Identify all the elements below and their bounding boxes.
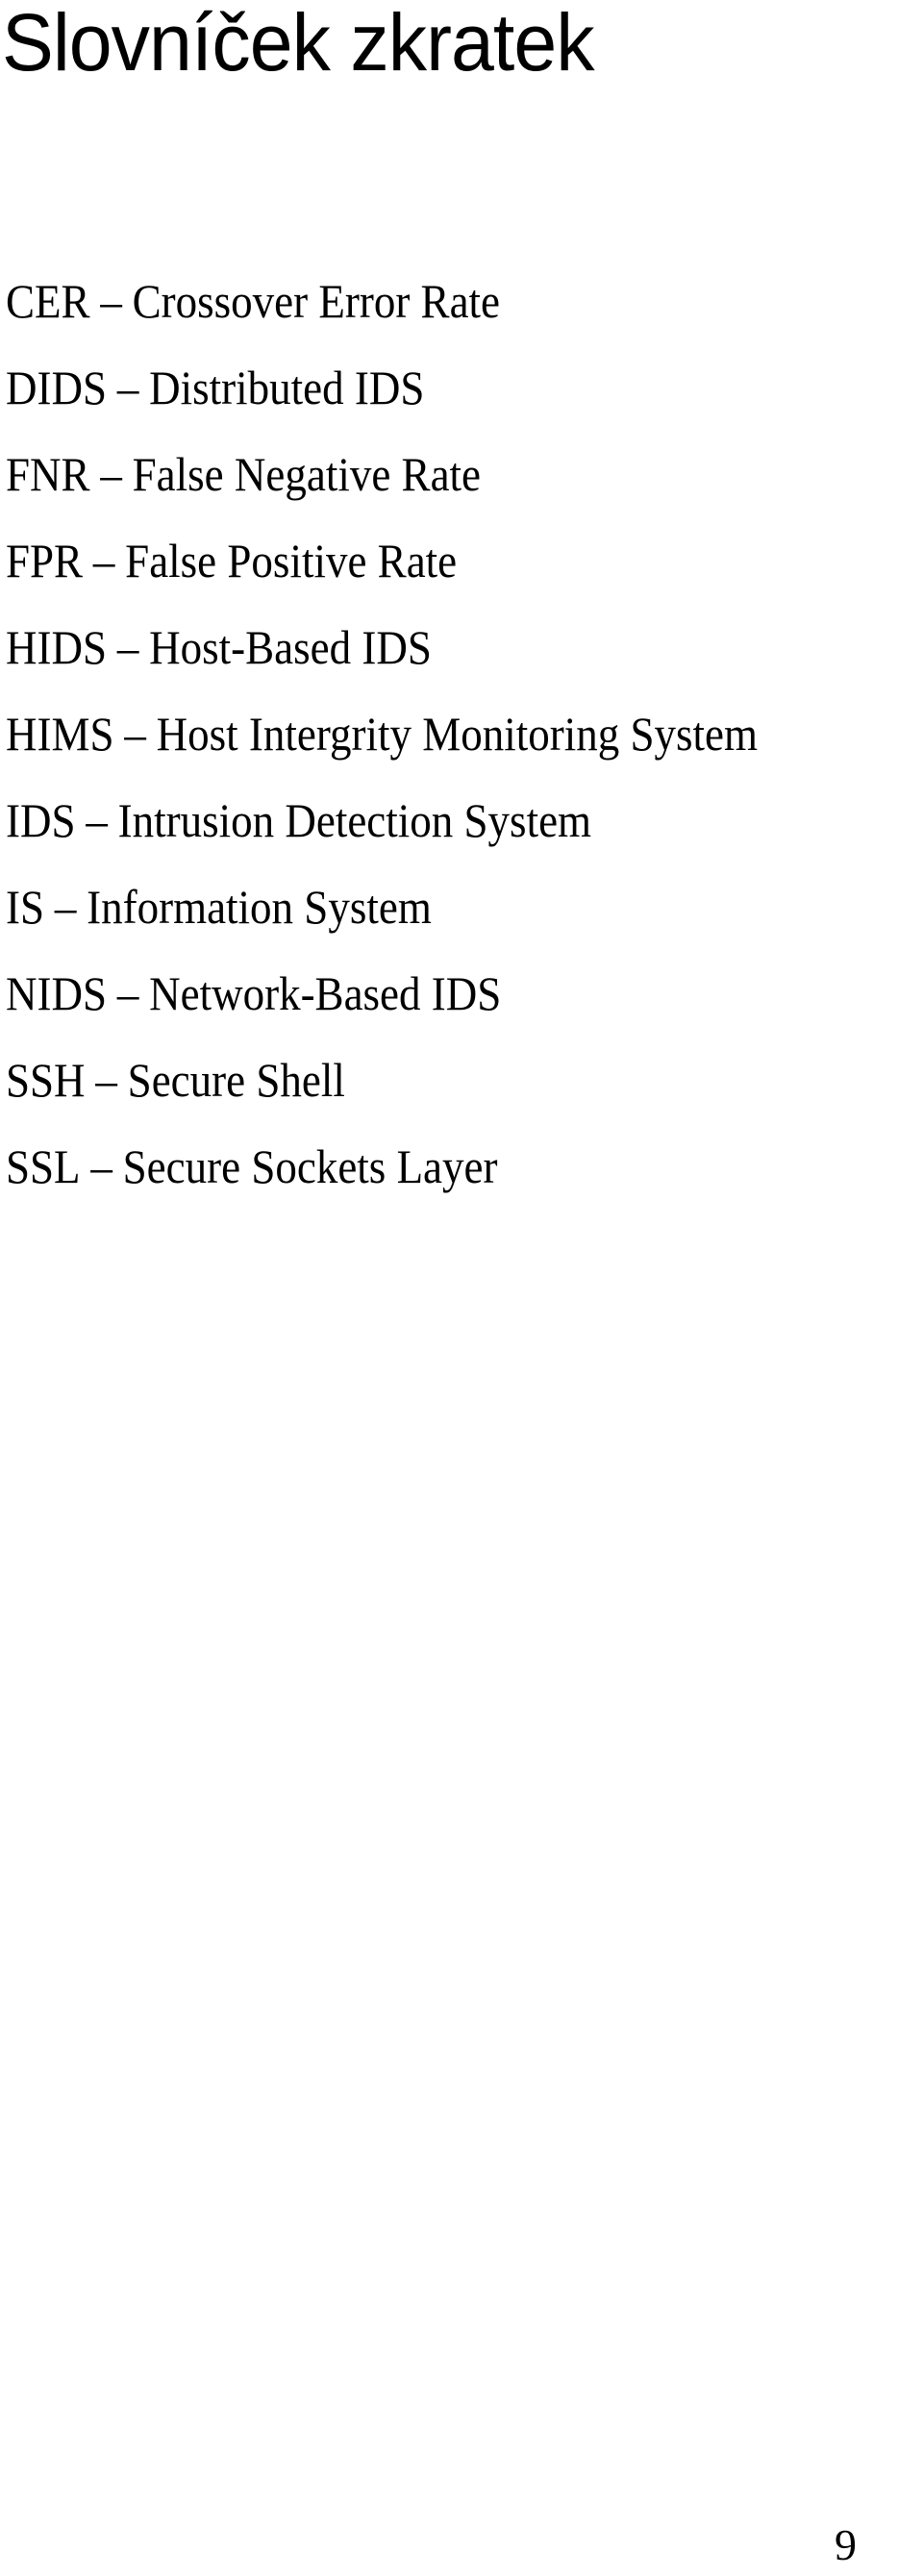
separator: – (90, 1139, 112, 1193)
separator: – (92, 534, 115, 588)
abbreviation-item: CER – Crossover Error Rate (6, 258, 758, 344)
abbreviation: HIMS (6, 707, 114, 761)
abbreviation: NIDS (6, 966, 108, 1020)
separator: – (95, 1053, 117, 1107)
abbreviation-definition: Distributed IDS (149, 361, 425, 414)
abbreviation-definition: False Positive Rate (125, 534, 458, 588)
abbreviation-definition: Information System (87, 880, 432, 934)
abbreviation-item: HIDS – Host-Based IDS (6, 604, 758, 690)
abbreviation-item: IDS – Intrusion Detection System (6, 777, 758, 863)
abbreviation-item: SSL – Secure Sockets Layer (6, 1123, 758, 1210)
abbreviation: HIDS (6, 620, 108, 674)
abbreviation: IDS (6, 793, 76, 847)
abbreviation-list: CER – Crossover Error Rate DIDS – Distribute… (6, 258, 841, 1210)
abbreviation-item: SSH – Secure Shell (6, 1037, 758, 1123)
abbreviation-definition: Intrusion Detection System (117, 793, 592, 847)
abbreviation-item: FPR – False Positive Rate (6, 517, 758, 604)
page-number: 9 (835, 2520, 857, 2569)
abbreviation: SSH (6, 1053, 86, 1107)
abbreviation-item: NIDS – Network-Based IDS (6, 950, 758, 1037)
abbreviation: FNR (6, 447, 90, 501)
abbreviation-item: IS – Information System (6, 863, 758, 950)
separator: – (116, 620, 139, 674)
abbreviation-item: DIDS – Distributed IDS (6, 344, 758, 431)
abbreviation: CER (6, 274, 90, 328)
separator: – (100, 447, 122, 501)
abbreviation-definition: Crossover Error Rate (132, 274, 501, 328)
abbreviation: DIDS (6, 361, 108, 414)
abbreviation: FPR (6, 534, 84, 588)
abbreviation-definition: Secure Shell (127, 1053, 345, 1107)
abbreviation-definition: Secure Sockets Layer (122, 1139, 498, 1193)
abbreviation: IS (6, 880, 45, 934)
abbreviation: SSL (6, 1139, 81, 1193)
abbreviation-item: FNR – False Negative Rate (6, 431, 758, 517)
separator: – (100, 274, 122, 328)
abbreviation-definition: False Negative Rate (132, 447, 482, 501)
separator: – (54, 880, 77, 934)
separator: – (116, 361, 139, 414)
page-title: Slovníček zkratek (2, 0, 595, 88)
abbreviation-definition: Host-Based IDS (149, 620, 432, 674)
separator: – (116, 966, 139, 1020)
abbreviation-definition: Network-Based IDS (149, 966, 502, 1020)
separator: – (86, 793, 108, 847)
separator: – (124, 707, 146, 761)
abbreviation-item: HIMS – Host Intergrity Monitoring System (6, 690, 758, 777)
abbreviation-definition: Host Intergrity Monitoring System (156, 707, 759, 761)
